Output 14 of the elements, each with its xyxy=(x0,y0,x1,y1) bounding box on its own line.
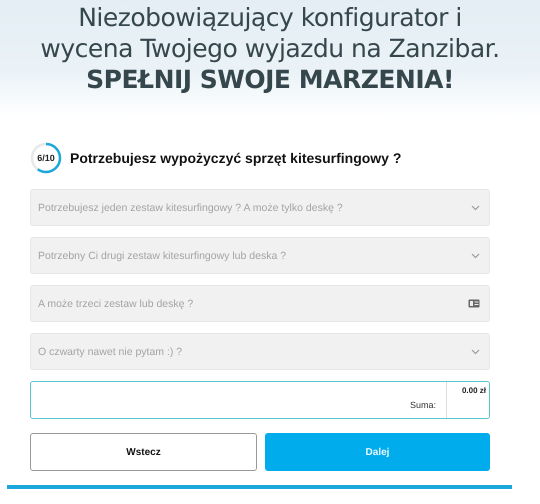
select-field[interactable]: Potrzebujesz jeden zestaw kitesurfingowy ? A może tylko deskę ? xyxy=(30,189,490,226)
step-counter: 6/10 xyxy=(36,152,56,165)
input-field[interactable]: A może trzeci zestaw lub deskę ? xyxy=(30,285,490,322)
hero-heading: Niezobowiązujący konfigurator i wycena Twojego wyjazdu na Zanzibar. SPEŁNIJ SWOJE MARZENIA! xyxy=(39,2,501,96)
chevron-down-icon xyxy=(471,348,480,354)
chevron-down-icon xyxy=(471,252,480,258)
summary-label: Suma: xyxy=(410,400,436,410)
question-title: Potrzebujesz wypożyczyć sprzęt kitesurfingowy ? xyxy=(70,150,402,166)
chevron-down-icon xyxy=(471,204,480,210)
id-card-icon xyxy=(468,299,480,308)
select-field[interactable]: Potrzebny Ci drugi zestaw kitesurfingowy lub deska ? xyxy=(30,237,490,274)
back-button[interactable]: Wstecz xyxy=(30,433,257,471)
select-field[interactable]: O czwarty nawet nie pytam :) ? xyxy=(30,333,490,370)
summary-value: 0.00 zł xyxy=(446,382,489,418)
